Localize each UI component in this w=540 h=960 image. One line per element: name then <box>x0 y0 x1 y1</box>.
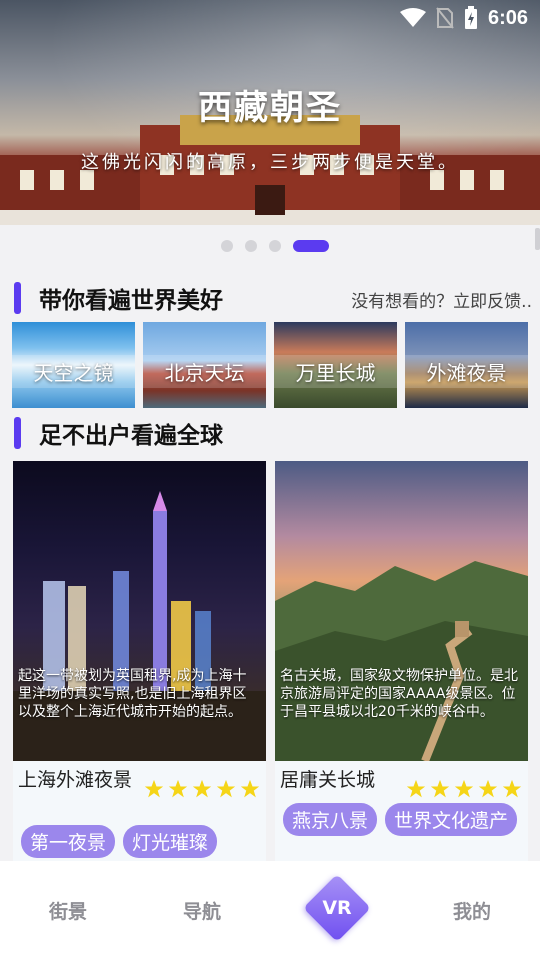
scenic-card-bund[interactable]: 起这一带被划为英国租界,成为上海十里洋场的真实写照,也是旧上海租界区以及整个上海… <box>13 461 266 861</box>
scenic-card-juyongguan[interactable]: 名古关城，国家级文物保护单位。是北京旅游局评定的国家AAAA级景区。位于昌平县城… <box>275 461 528 861</box>
star-icon <box>240 779 260 798</box>
star-icon <box>144 779 164 798</box>
thumbnail-great-wall[interactable]: 万里长城 <box>274 322 397 408</box>
carousel-dot[interactable] <box>221 240 233 252</box>
scenic-info: 上海外滩夜景 第一夜景 灯光璀璨 <box>13 761 266 861</box>
tag-chip[interactable]: 灯光璀璨 <box>123 825 218 858</box>
carousel-dot[interactable] <box>245 240 257 252</box>
scenic-description: 起这一带被划为英国租界,成为上海十里洋场的真实写照,也是旧上海租界区以及整个上海… <box>18 668 247 720</box>
tag-chip[interactable]: 燕京八景 <box>283 803 378 836</box>
status-time: 6:06 <box>487 6 528 29</box>
nav-profile[interactable]: 我的 <box>432 861 512 960</box>
rating-stars <box>144 779 260 799</box>
carousel-indicator <box>0 238 540 254</box>
thumbnail-temple-of-heaven[interactable]: 北京天坛 <box>143 322 266 408</box>
tag-chip[interactable]: 世界文化遗产 <box>385 803 518 836</box>
scenic-name: 居庸关长城 <box>280 769 376 791</box>
star-icon <box>192 779 212 798</box>
star-icon <box>478 779 498 798</box>
thumbnail-label: 北京天坛 <box>143 355 266 388</box>
thumbnail-bund-night[interactable]: 外滩夜景 <box>405 322 528 408</box>
star-icon <box>454 779 474 798</box>
star-icon <box>430 779 450 798</box>
nav-street-view[interactable]: 街景 <box>28 861 108 960</box>
section-title: 足不出户看遍全球 <box>39 423 223 449</box>
section-title: 带你看遍世界美好 <box>39 288 223 314</box>
star-icon <box>502 779 522 798</box>
status-bar: 6:06 <box>0 0 540 36</box>
tag-chip[interactable]: 第一夜景 <box>21 825 116 858</box>
rating-stars <box>406 779 522 799</box>
thumbnail-label: 万里长城 <box>274 355 397 388</box>
no-sim-icon <box>436 7 454 29</box>
vr-label: VR <box>322 897 352 919</box>
scenic-name: 上海外滩夜景 <box>18 769 133 791</box>
star-icon <box>216 779 236 798</box>
feedback-link[interactable]: 没有想看的？立即反馈.. <box>351 287 532 312</box>
thumbnail-sky-mirror[interactable]: 天空之镜 <box>12 322 135 408</box>
section-header-world: 带你看遍世界美好 <box>14 281 223 315</box>
carousel-dot[interactable] <box>269 240 281 252</box>
banner-title: 西藏朝圣 <box>198 88 342 128</box>
thumbnail-label: 天空之镜 <box>12 355 135 388</box>
star-icon <box>168 779 188 798</box>
section-accent-bar <box>14 417 21 449</box>
carousel-dot-active[interactable] <box>293 240 329 252</box>
star-icon <box>406 779 426 798</box>
scenic-info: 居庸关长城 燕京八景 世界文化遗产 <box>275 761 528 861</box>
nav-navigation[interactable]: 导航 <box>162 861 242 960</box>
wifi-icon <box>399 8 426 27</box>
thumbnail-label: 外滩夜景 <box>405 355 528 388</box>
bottom-navigation: 街景 导航 VR 我的 <box>0 861 540 960</box>
tag-list: 燕京八景 世界文化遗产 <box>283 803 523 836</box>
tag-list: 第一夜景 灯光璀璨 <box>21 825 261 858</box>
section-header-global: 足不出户看遍全球 <box>14 416 223 450</box>
banner-subtitle: 这佛光闪闪的高原，三步两步便是天堂。 <box>81 152 459 173</box>
scenic-description: 名古关城，国家级文物保护单位。是北京旅游局评定的国家AAAA级景区。位于昌平县城… <box>280 668 518 720</box>
battery-charging-icon <box>464 6 477 29</box>
section-accent-bar <box>14 282 21 314</box>
destination-thumbnails: 天空之镜 北京天坛 万里长城 外滩夜景 <box>12 322 532 408</box>
